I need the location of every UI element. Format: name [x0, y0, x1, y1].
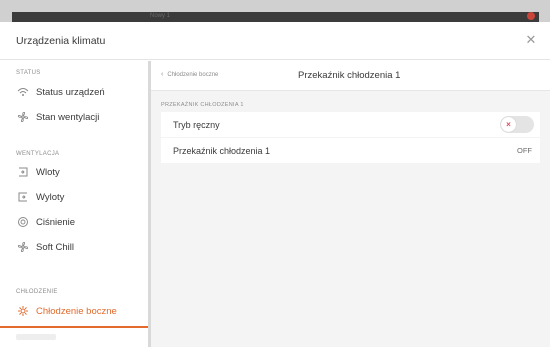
sidebar: STATUS Status urządzeń Stan wentylacji W…: [0, 61, 148, 347]
sidebar-item-side-cooling[interactable]: Chłodzenie boczne: [0, 299, 148, 323]
manual-mode-row: Tryb ręczny ×: [161, 112, 540, 137]
sidebar-item-hidden: [16, 334, 56, 340]
section-label-status: STATUS: [16, 70, 41, 76]
sidebar-item-label: Wloty: [36, 166, 60, 178]
background-title: Nowy 1: [150, 13, 171, 19]
sidebar-item-label: Status urządzeń: [36, 86, 105, 98]
relay-status-value: OFF: [517, 146, 532, 155]
content-panel: ‹ Chłodzenie boczne Przekaźnik chłodzeni…: [151, 61, 550, 347]
modal-title: Urządzenia klimatu: [16, 35, 106, 47]
outlet-icon: [16, 190, 30, 204]
sidebar-item-pressure[interactable]: Ciśnienie: [0, 210, 148, 234]
close-icon[interactable]: ✕: [522, 31, 540, 49]
fan-icon: [16, 240, 30, 254]
chevron-left-icon: ‹: [161, 71, 164, 78]
breadcrumb-bar: ‹ Chłodzenie boczne Przekaźnik chłodzeni…: [151, 61, 550, 91]
section-label-ventilation: WENTYLACJA: [16, 151, 60, 157]
toggle-off-icon: ×: [501, 117, 516, 132]
section-label-cooling: CHŁODZENIE: [16, 289, 58, 295]
sidebar-item-label: Wyloty: [36, 191, 65, 203]
sidebar-item-device-status[interactable]: Status urządzeń: [0, 80, 148, 104]
manual-mode-toggle[interactable]: ×: [500, 116, 534, 133]
sidebar-item-outlets[interactable]: Wyloty: [0, 185, 148, 209]
fan-icon: [16, 110, 30, 124]
sidebar-item-label: Ciśnienie: [36, 216, 76, 228]
modal-header: Urządzenia klimatu ✕: [0, 22, 550, 60]
active-item-indicator: [0, 326, 148, 328]
wifi-signal-icon: [16, 85, 30, 99]
pressure-gauge-icon: [16, 215, 30, 229]
climate-devices-modal: Urządzenia klimatu ✕ STATUS Status urząd…: [0, 22, 550, 347]
page-title: Przekaźnik chłodzenia 1: [298, 70, 401, 81]
breadcrumb-back-label: Chłodzenie boczne: [167, 71, 219, 78]
sidebar-item-label: Soft Chill: [36, 241, 75, 253]
inlet-icon: [16, 165, 30, 179]
sidebar-item-label: Stan wentylacji: [36, 111, 100, 123]
sidebar-item-inlets[interactable]: Wloty: [0, 160, 148, 184]
group-label: PRZEKAŹNIK CHŁODZENIA 1: [161, 102, 244, 108]
gear-icon: [16, 304, 30, 318]
relay-row: Przekaźnik chłodzenia 1 OFF: [161, 138, 540, 163]
relay-label: Przekaźnik chłodzenia 1: [173, 145, 271, 156]
breadcrumb-back-link[interactable]: ‹ Chłodzenie boczne: [161, 71, 218, 78]
manual-mode-label: Tryb ręczny: [173, 119, 220, 130]
sidebar-item-soft-chill[interactable]: Soft Chill: [0, 235, 148, 259]
sidebar-item-label: Chłodzenie boczne: [36, 305, 117, 317]
notification-dot: [527, 12, 535, 20]
sidebar-item-ventilation-state[interactable]: Stan wentylacji: [0, 105, 148, 129]
